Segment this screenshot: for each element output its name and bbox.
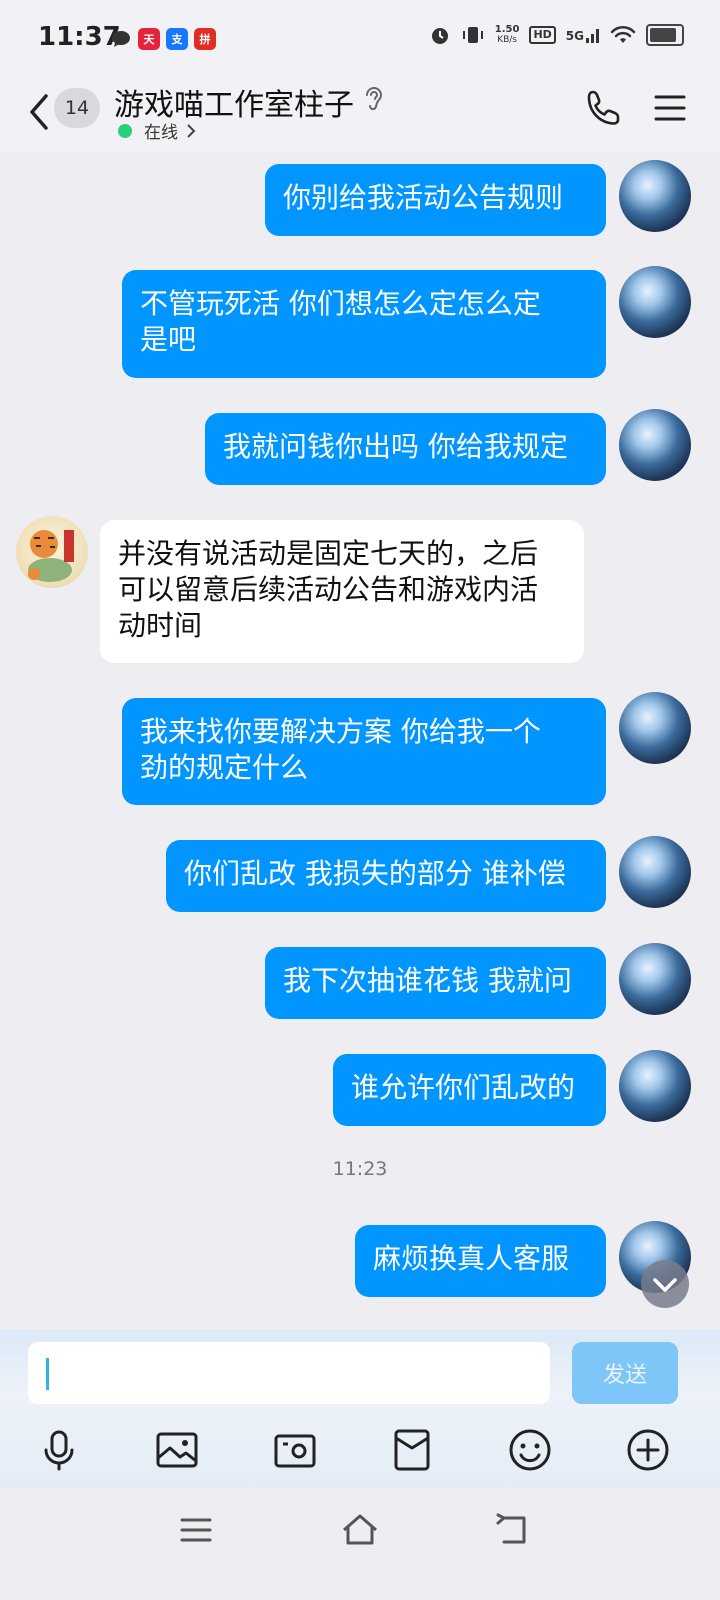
phone-icon[interactable] <box>584 88 624 128</box>
composer: 发送 <box>0 1330 720 1488</box>
message-bubble-incoming[interactable]: 并没有说活动是固定七天的，之后 可以留意后续活动公告和游戏内活 动时间 <box>100 520 584 663</box>
message-row: 你别给我活动公告规则 <box>0 160 720 240</box>
status-time: 11:37 <box>38 22 121 52</box>
message-row: 我就问钱你出吗 你给我规定 <box>0 409 720 489</box>
signal-bars-icon <box>586 29 599 43</box>
emoji-icon[interactable] <box>508 1428 552 1472</box>
message-bubble-outgoing[interactable]: 我就问钱你出吗 你给我规定 <box>205 413 606 485</box>
scroll-to-bottom-button[interactable] <box>641 1260 689 1308</box>
chevron-right-icon <box>187 123 196 138</box>
chat-header: 14 游戏喵工作室柱子 在线 <box>0 80 720 152</box>
self-avatar[interactable] <box>619 943 691 1015</box>
alipay-icon: 支 <box>166 28 188 50</box>
self-avatar[interactable] <box>619 1050 691 1122</box>
message-row: 并没有说活动是固定七天的，之后 可以留意后续活动公告和游戏内活 动时间 <box>0 516 720 666</box>
notification-icons: 天 支 拼 <box>110 28 216 50</box>
message-input[interactable] <box>28 1342 550 1404</box>
message-bubble-outgoing[interactable]: 你别给我活动公告规则 <box>265 164 606 236</box>
hd-badge: HD <box>529 26 556 44</box>
message-bubble-outgoing[interactable]: 我下次抽谁花钱 我就问 <box>265 947 606 1019</box>
send-button[interactable]: 发送 <box>572 1342 678 1404</box>
menu-icon[interactable] <box>654 93 686 123</box>
self-avatar[interactable] <box>619 692 691 764</box>
message-row: 你们乱改 我损失的部分 谁补偿 <box>0 836 720 916</box>
pinduoduo-icon: 拼 <box>194 28 216 50</box>
ear-icon <box>366 87 383 111</box>
status-indicators: 1.50 KB/s HD 5G <box>429 24 684 46</box>
back-arrow-icon[interactable] <box>26 90 56 134</box>
chevron-down-icon <box>653 1278 677 1292</box>
message-bubble-outgoing[interactable]: 不管玩死活 你们想怎么定怎么定 是吧 <box>122 270 606 378</box>
home-icon[interactable] <box>340 1510 380 1550</box>
chat-bubble-icon <box>112 31 130 47</box>
message-row: 我来找你要解决方案 你给我一个 劲的规定什么 <box>0 692 720 807</box>
contact-avatar[interactable] <box>16 516 88 588</box>
tiger-illustration-icon <box>28 530 74 582</box>
unread-count-badge[interactable]: 14 <box>54 88 100 128</box>
message-row: 不管玩死活 你们想怎么定怎么定 是吧 <box>0 266 720 381</box>
message-bubble-outgoing[interactable]: 麻烦换真人客服 <box>355 1225 606 1297</box>
recents-icon[interactable] <box>176 1510 216 1550</box>
vibrate-icon <box>462 27 483 43</box>
back-nav-icon[interactable] <box>494 1510 534 1550</box>
image-icon[interactable] <box>155 1428 199 1472</box>
self-avatar[interactable] <box>619 160 691 232</box>
message-bubble-outgoing[interactable]: 谁允许你们乱改的 <box>333 1054 606 1126</box>
microphone-icon[interactable] <box>37 1428 81 1472</box>
net-speed: 1.50 KB/s <box>494 24 520 45</box>
self-avatar[interactable] <box>619 266 691 338</box>
status-bar: 11:37 天 支 拼 1.50 KB/s HD 5G <box>0 0 720 80</box>
camera-icon[interactable] <box>273 1428 317 1472</box>
message-row: 麻烦换真人客服 <box>0 1221 720 1301</box>
battery-icon <box>646 24 684 46</box>
online-dot <box>118 123 132 138</box>
alarm-icon <box>431 28 448 44</box>
plus-icon[interactable] <box>626 1428 670 1472</box>
presence-label: 在线 <box>144 123 178 143</box>
system-nav-bar <box>0 1488 720 1600</box>
signal-indicator: 5G <box>566 27 600 43</box>
message-row: 我下次抽谁花钱 我就问 <box>0 943 720 1023</box>
self-avatar[interactable] <box>619 836 691 908</box>
presence-status[interactable]: 在线 <box>118 118 196 143</box>
text-caret <box>46 1358 49 1390</box>
message-bubble-outgoing[interactable]: 你们乱改 我损失的部分 谁补偿 <box>166 840 606 912</box>
wifi-icon <box>610 25 636 43</box>
tmall-icon: 天 <box>138 28 160 50</box>
message-timestamp: 11:23 <box>332 1158 388 1180</box>
self-avatar[interactable] <box>619 409 691 481</box>
message-bubble-outgoing[interactable]: 我来找你要解决方案 你给我一个 劲的规定什么 <box>122 698 606 805</box>
message-row: 谁允许你们乱改的 <box>0 1050 720 1130</box>
red-packet-icon[interactable] <box>390 1428 434 1472</box>
